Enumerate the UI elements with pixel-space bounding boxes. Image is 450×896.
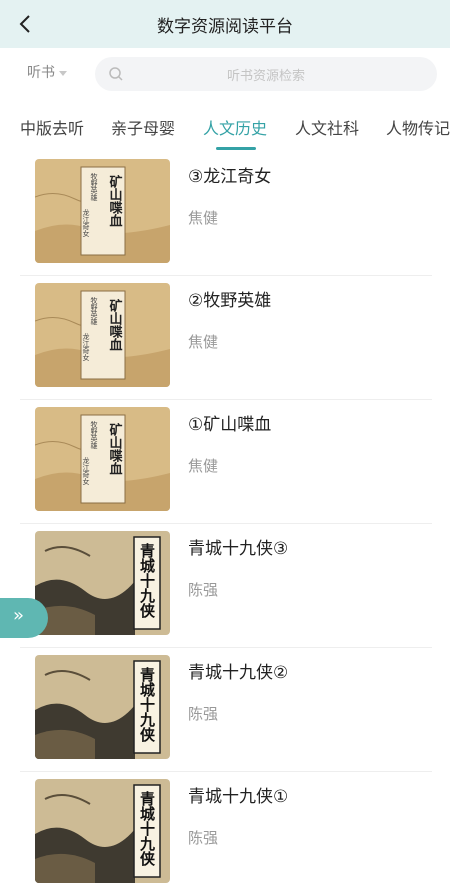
search-row: 听书 听书资源检索: [0, 48, 450, 102]
cover-side-title-2: 龙江奇女: [82, 208, 90, 238]
book-title: 青城十九侠①: [188, 787, 289, 807]
book-title: ③龙江奇女: [188, 167, 272, 187]
list-item[interactable]: 青城十九侠 青城十九侠① 陈强: [0, 772, 450, 896]
cover-side-title-1: 牧野英雄: [90, 420, 98, 450]
book-author: 陈强: [188, 581, 219, 599]
book-cover: 青城十九侠: [35, 531, 170, 635]
book-author: 焦健: [188, 333, 219, 351]
list-item[interactable]: 矿山喋血 牧野英雄 龙江奇女 ①矿山喋血 焦健: [0, 400, 450, 524]
book-author: 焦健: [188, 457, 219, 475]
cover-main-title: 青城十九侠: [138, 542, 156, 619]
tab-biography[interactable]: 人物传记: [386, 115, 450, 139]
cover-side-title-1: 牧野英雄: [90, 296, 98, 326]
active-tab-indicator: [216, 147, 256, 150]
top-bar: 数字资源阅读平台: [0, 0, 450, 48]
search-placeholder: 听书资源检索: [226, 69, 305, 84]
cover-side-title-2: 龙江奇女: [82, 456, 90, 486]
book-cover: 青城十九侠: [35, 779, 170, 883]
list-item[interactable]: 矿山喋血 牧野英雄 龙江奇女 ③龙江奇女 焦健: [0, 152, 450, 276]
tab-humanities-social[interactable]: 人文社科: [295, 115, 359, 139]
book-author: 陈强: [188, 829, 219, 847]
book-title: 青城十九侠②: [188, 663, 289, 683]
cover-main-title: 矿山喋血: [107, 422, 123, 475]
book-cover: 矿山喋血 牧野英雄 龙江奇女: [35, 159, 170, 263]
book-cover: 矿山喋血 牧野英雄 龙江奇女: [35, 283, 170, 387]
book-author: 焦健: [188, 209, 219, 227]
cover-main-title: 青城十九侠: [138, 790, 156, 867]
list-item[interactable]: 青城十九侠 青城十九侠② 陈强: [0, 648, 450, 772]
cover-side-title-1: 牧野英雄: [90, 172, 98, 202]
book-title: ②牧野英雄: [188, 291, 272, 311]
page-title: 数字资源阅读平台: [157, 17, 293, 37]
list-item[interactable]: 青城十九侠 青城十九侠③ 陈强: [0, 524, 450, 648]
tab-humanities-history[interactable]: 人文历史: [203, 115, 267, 139]
list-item[interactable]: 矿山喋血 牧野英雄 龙江奇女 ②牧野英雄 焦健: [0, 276, 450, 400]
cover-main-title: 矿山喋血: [107, 298, 123, 351]
book-author: 陈强: [188, 705, 219, 723]
book-cover: 矿山喋血 牧野英雄 龙江奇女: [35, 407, 170, 511]
book-title: 青城十九侠③: [188, 539, 289, 559]
category-filter-dropdown[interactable]: 听书: [27, 62, 67, 82]
side-expand-button[interactable]: »: [0, 598, 48, 638]
category-filter-label: 听书: [27, 65, 55, 81]
double-chevron-right-icon: »: [13, 605, 25, 626]
book-title: ①矿山喋血: [188, 415, 272, 435]
book-cover: 青城十九侠: [35, 655, 170, 759]
cover-main-title: 青城十九侠: [138, 666, 156, 743]
caret-down-icon: [59, 70, 67, 76]
cover-main-title: 矿山喋血: [107, 174, 123, 227]
search-input[interactable]: 听书资源检索: [95, 57, 437, 91]
tab-parenting[interactable]: 亲子母婴: [111, 115, 175, 139]
category-tabs: 中版去听 亲子母婴 人文历史 人文社科 人物传记: [0, 102, 450, 152]
tab-zhongban[interactable]: 中版去听: [20, 115, 84, 139]
cover-side-title-2: 龙江奇女: [82, 332, 90, 362]
